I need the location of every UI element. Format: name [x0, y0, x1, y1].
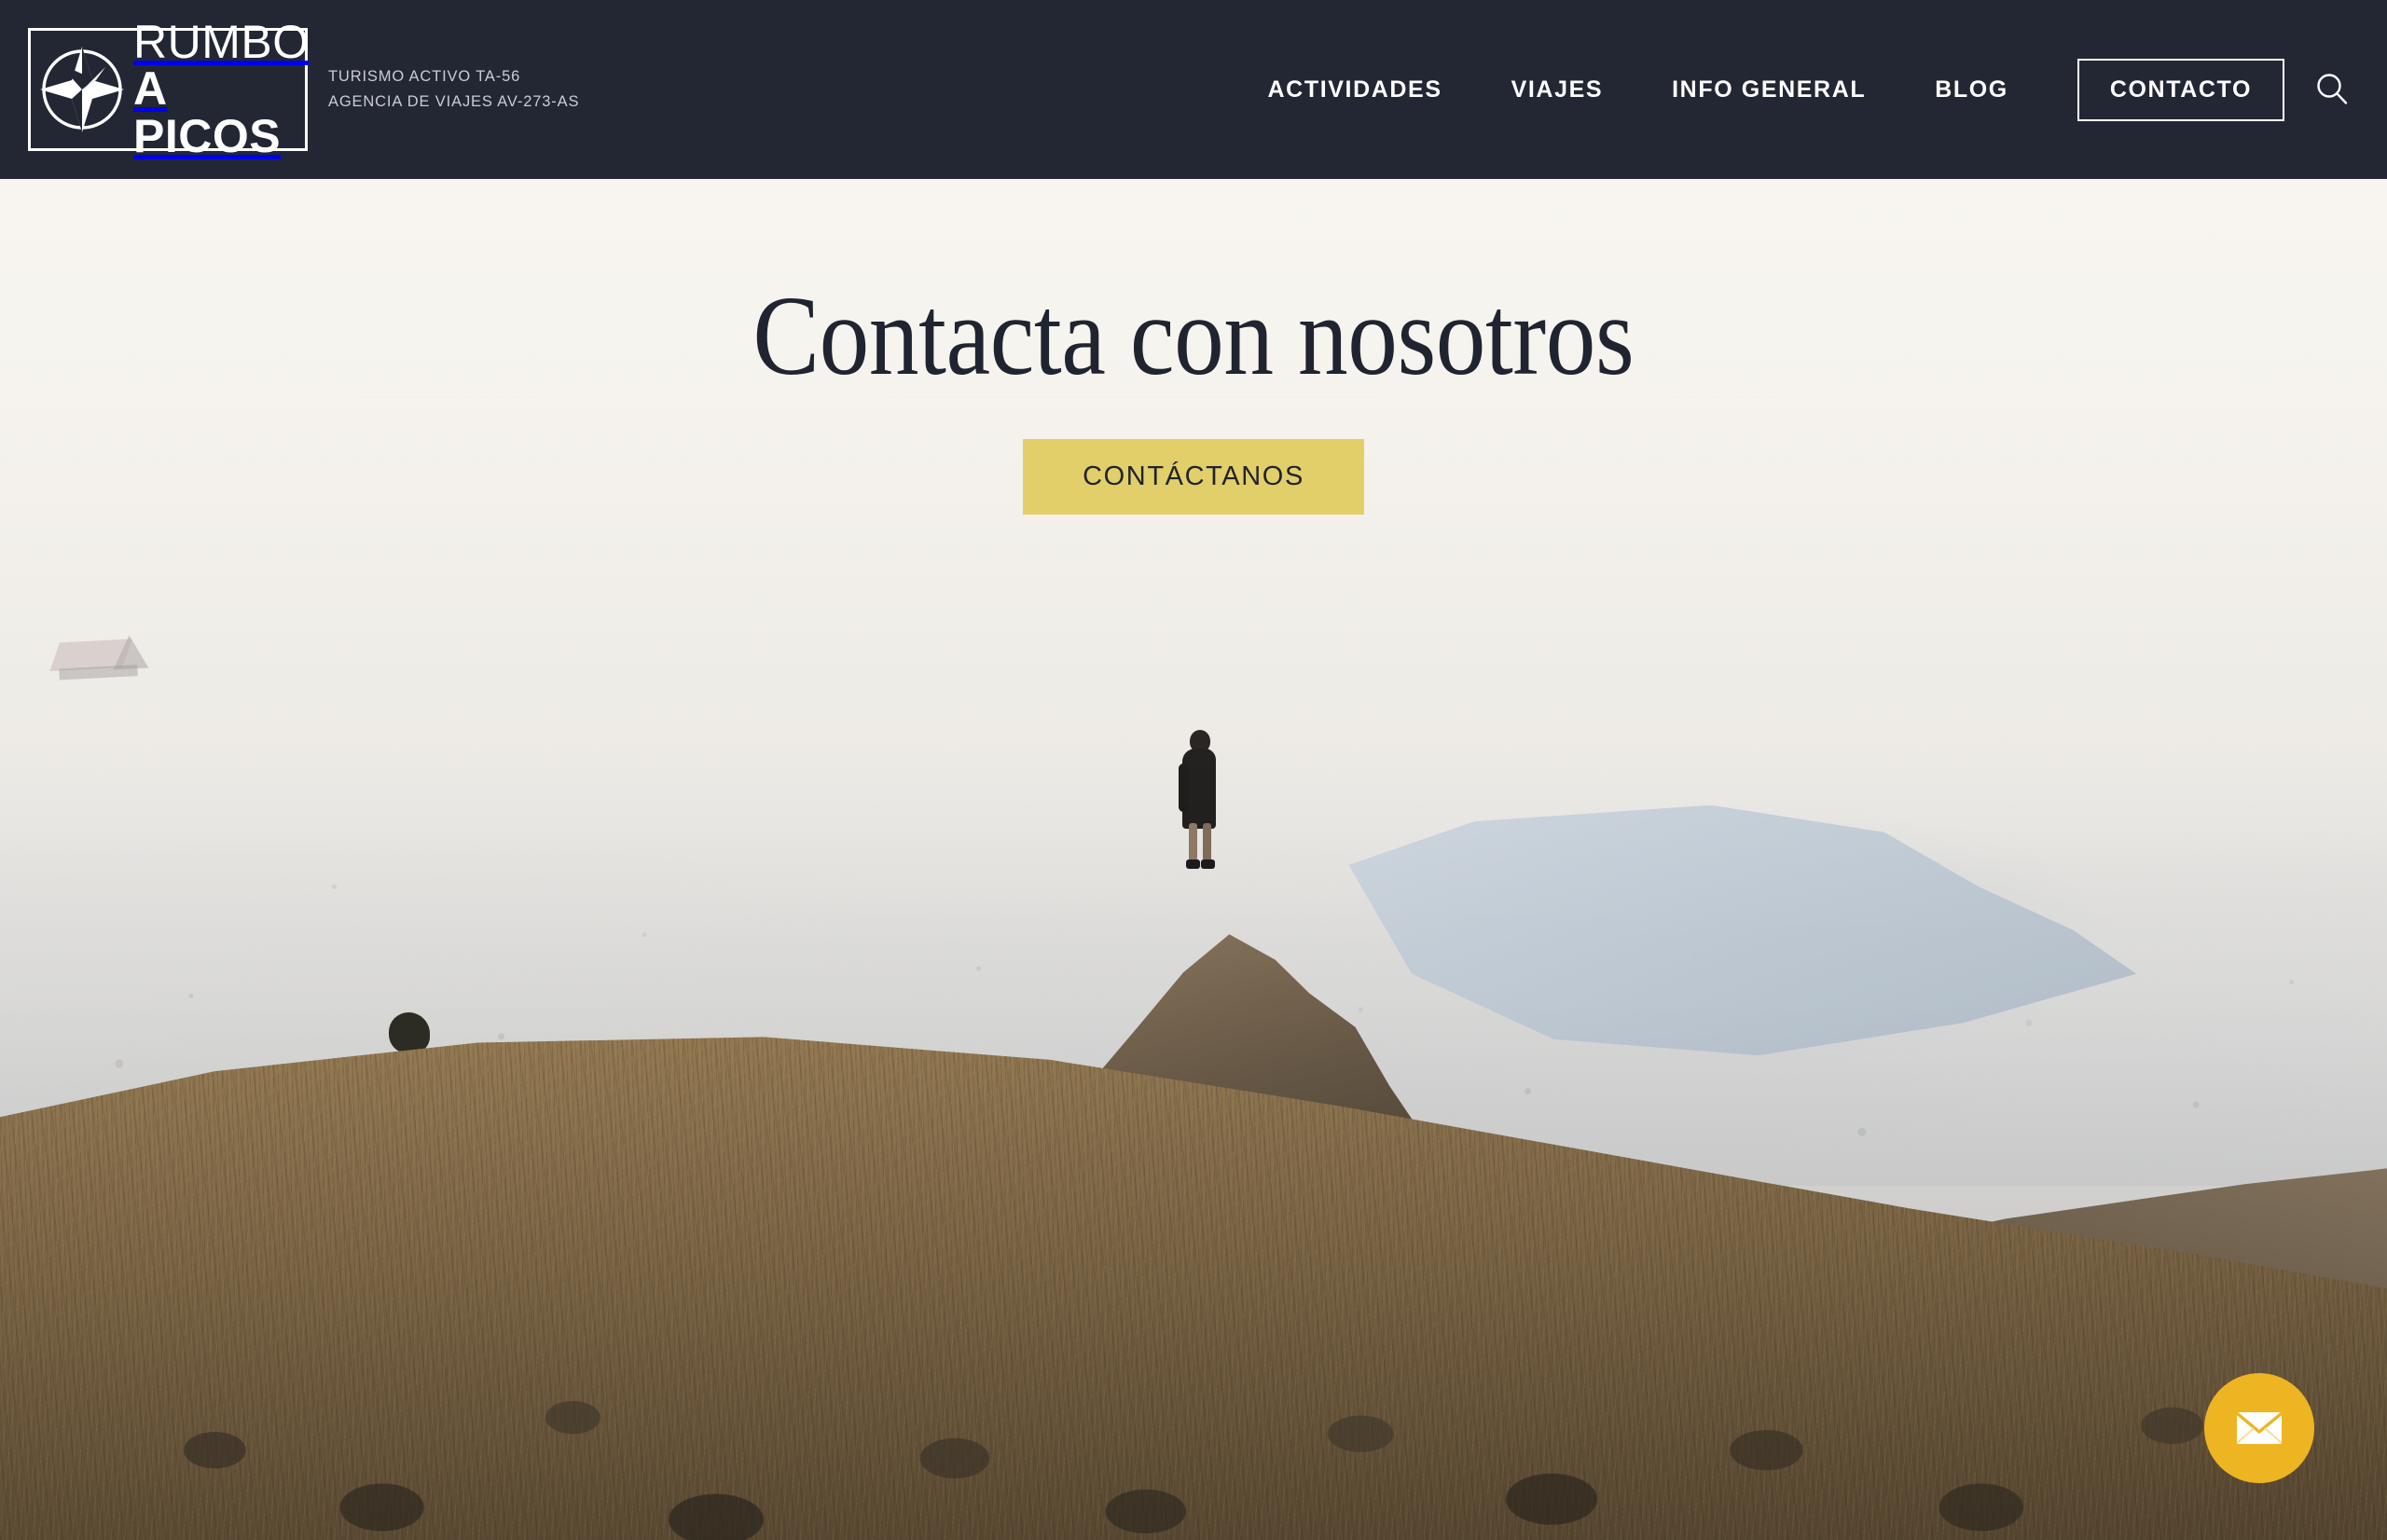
hero-section: Contacta con nosotros CONTÁCTANOS	[0, 179, 2387, 1540]
site-logo[interactable]: RUMBO A PICOS	[28, 19, 309, 159]
main-navigation: ACTIVIDADES VIAJES INFO GENERAL BLOG CON…	[1234, 58, 2387, 121]
search-button[interactable]	[2311, 68, 2353, 111]
logo-line-1: RUMBO	[133, 15, 310, 68]
nav-link-actividades[interactable]: ACTIVIDADES	[1268, 76, 1442, 103]
brand-tagline: TURISMO ACTIVO TA-56 AGENCIA DE VIAJES A…	[328, 64, 579, 114]
nav-contacto-button[interactable]: CONTACTO	[2077, 58, 2284, 121]
logo-line-2: A PICOS	[133, 62, 282, 162]
logo-wordmark: RUMBO A PICOS	[133, 15, 310, 162]
contactanos-button[interactable]: CONTÁCTANOS	[1023, 439, 1364, 516]
brand-zone: RUMBO A PICOS TURISMO ACTIVO TA-56 AGENC…	[0, 19, 579, 159]
site-header: RUMBO A PICOS TURISMO ACTIVO TA-56 AGENC…	[0, 0, 2387, 179]
search-icon	[2317, 74, 2348, 104]
page-title: Contacta con nosotros	[752, 273, 1635, 399]
tagline-line-1: TURISMO ACTIVO TA-56	[328, 68, 521, 86]
page-root: RUMBO A PICOS TURISMO ACTIVO TA-56 AGENC…	[0, 0, 2387, 1540]
hero-content: Contacta con nosotros CONTÁCTANOS	[0, 179, 2387, 1540]
envelope-icon	[2235, 1411, 2284, 1444]
compass-star-icon	[40, 47, 124, 132]
nav-link-info-general[interactable]: INFO GENERAL	[1672, 76, 1866, 103]
tagline-line-2: AGENCIA DE VIAJES AV-273-AS	[328, 93, 580, 110]
nav-link-viajes[interactable]: VIAJES	[1511, 76, 1604, 103]
floating-mail-button[interactable]	[2204, 1373, 2314, 1483]
nav-link-blog[interactable]: BLOG	[1935, 76, 2008, 103]
